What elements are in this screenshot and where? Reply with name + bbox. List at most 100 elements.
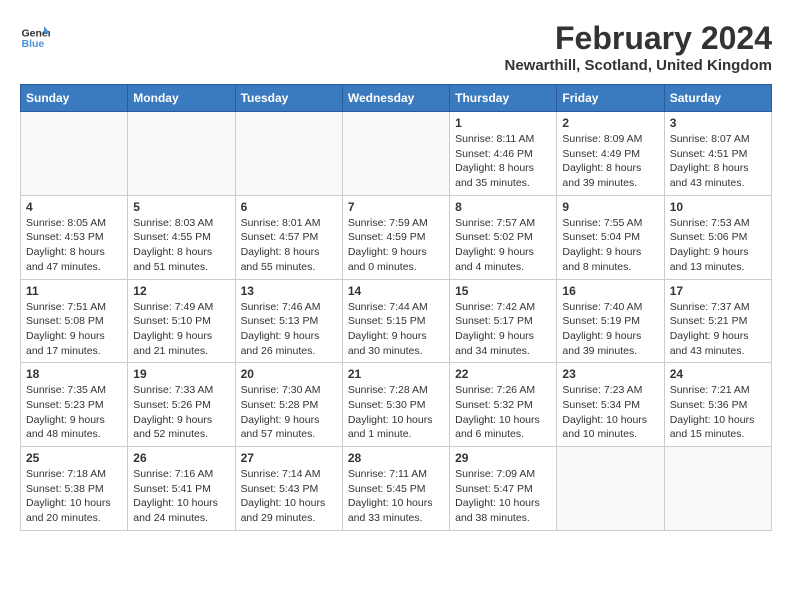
day-info: Sunrise: 7:11 AM Sunset: 5:45 PM Dayligh… — [348, 467, 444, 526]
day-number: 6 — [241, 200, 337, 214]
calendar-cell — [664, 447, 771, 531]
day-header-tuesday: Tuesday — [235, 85, 342, 112]
day-number: 7 — [348, 200, 444, 214]
day-header-monday: Monday — [128, 85, 235, 112]
calendar-cell: 1 Sunrise: 8:11 AM Sunset: 4:46 PM Daylig… — [450, 112, 557, 196]
calendar-cell — [235, 112, 342, 196]
day-info: Sunrise: 7:49 AM Sunset: 5:10 PM Dayligh… — [133, 300, 229, 359]
day-info: Sunrise: 8:05 AM Sunset: 4:53 PM Dayligh… — [26, 216, 122, 275]
day-number: 2 — [562, 116, 658, 130]
day-number: 16 — [562, 284, 658, 298]
day-info: Sunrise: 7:51 AM Sunset: 5:08 PM Dayligh… — [26, 300, 122, 359]
day-info: Sunrise: 8:09 AM Sunset: 4:49 PM Dayligh… — [562, 132, 658, 191]
day-number: 28 — [348, 451, 444, 465]
calendar-cell: 11 Sunrise: 7:51 AM Sunset: 5:08 PM Dayli… — [21, 279, 128, 363]
day-info: Sunrise: 7:16 AM Sunset: 5:41 PM Dayligh… — [133, 467, 229, 526]
day-number: 12 — [133, 284, 229, 298]
day-header-sunday: Sunday — [21, 85, 128, 112]
day-number: 29 — [455, 451, 551, 465]
day-header-thursday: Thursday — [450, 85, 557, 112]
calendar-cell — [21, 112, 128, 196]
day-number: 24 — [670, 367, 766, 381]
calendar-cell: 5 Sunrise: 8:03 AM Sunset: 4:55 PM Daylig… — [128, 195, 235, 279]
calendar-cell: 26 Sunrise: 7:16 AM Sunset: 5:41 PM Dayli… — [128, 447, 235, 531]
day-info: Sunrise: 7:59 AM Sunset: 4:59 PM Dayligh… — [348, 216, 444, 275]
calendar-cell: 16 Sunrise: 7:40 AM Sunset: 5:19 PM Dayli… — [557, 279, 664, 363]
calendar-cell: 3 Sunrise: 8:07 AM Sunset: 4:51 PM Daylig… — [664, 112, 771, 196]
day-number: 26 — [133, 451, 229, 465]
calendar-cell: 9Sunrise: 7:55 AM Sunset: 5:04 PM Daylig… — [557, 195, 664, 279]
calendar-cell — [128, 112, 235, 196]
day-info: Sunrise: 7:30 AM Sunset: 5:28 PM Dayligh… — [241, 383, 337, 442]
page-header: General Blue February 2024 Newarthill, S… — [20, 20, 772, 74]
title-block: February 2024 Newarthill, Scotland, Unit… — [504, 20, 772, 74]
day-info: Sunrise: 7:21 AM Sunset: 5:36 PM Dayligh… — [670, 383, 766, 442]
calendar-cell: 15 Sunrise: 7:42 AM Sunset: 5:17 PM Dayli… — [450, 279, 557, 363]
calendar-week-2: 4Sunrise: 8:05 AM Sunset: 4:53 PM Daylig… — [21, 195, 772, 279]
calendar-week-1: 1 Sunrise: 8:11 AM Sunset: 4:46 PM Daylig… — [21, 112, 772, 196]
location-subtitle: Newarthill, Scotland, United Kingdom — [504, 57, 772, 74]
calendar-cell: 2 Sunrise: 8:09 AM Sunset: 4:49 PM Daylig… — [557, 112, 664, 196]
day-number: 3 — [670, 116, 766, 130]
day-info: Sunrise: 8:07 AM Sunset: 4:51 PM Dayligh… — [670, 132, 766, 191]
day-number: 25 — [26, 451, 122, 465]
calendar-cell: 14Sunrise: 7:44 AM Sunset: 5:15 PM Dayli… — [342, 279, 449, 363]
calendar-week-5: 25 Sunrise: 7:18 AM Sunset: 5:38 PM Dayli… — [21, 447, 772, 531]
day-number: 27 — [241, 451, 337, 465]
calendar-cell: 7 Sunrise: 7:59 AM Sunset: 4:59 PM Daylig… — [342, 195, 449, 279]
day-info: Sunrise: 7:55 AM Sunset: 5:04 PM Dayligh… — [562, 216, 658, 275]
calendar-cell: 4Sunrise: 8:05 AM Sunset: 4:53 PM Daylig… — [21, 195, 128, 279]
day-info: Sunrise: 7:18 AM Sunset: 5:38 PM Dayligh… — [26, 467, 122, 526]
day-number: 5 — [133, 200, 229, 214]
calendar-cell: 27 Sunrise: 7:14 AM Sunset: 5:43 PM Dayli… — [235, 447, 342, 531]
day-header-wednesday: Wednesday — [342, 85, 449, 112]
day-info: Sunrise: 7:40 AM Sunset: 5:19 PM Dayligh… — [562, 300, 658, 359]
month-title: February 2024 — [504, 20, 772, 57]
day-info: Sunrise: 8:01 AM Sunset: 4:57 PM Dayligh… — [241, 216, 337, 275]
day-info: Sunrise: 7:57 AM Sunset: 5:02 PM Dayligh… — [455, 216, 551, 275]
day-info: Sunrise: 7:14 AM Sunset: 5:43 PM Dayligh… — [241, 467, 337, 526]
day-number: 21 — [348, 367, 444, 381]
day-info: Sunrise: 7:23 AM Sunset: 5:34 PM Dayligh… — [562, 383, 658, 442]
calendar-cell: 20 Sunrise: 7:30 AM Sunset: 5:28 PM Dayli… — [235, 363, 342, 447]
calendar-week-3: 11 Sunrise: 7:51 AM Sunset: 5:08 PM Dayli… — [21, 279, 772, 363]
day-info: Sunrise: 7:26 AM Sunset: 5:32 PM Dayligh… — [455, 383, 551, 442]
calendar-header-row: SundayMondayTuesdayWednesdayThursdayFrid… — [21, 85, 772, 112]
calendar-cell: 6 Sunrise: 8:01 AM Sunset: 4:57 PM Daylig… — [235, 195, 342, 279]
day-number: 19 — [133, 367, 229, 381]
calendar-cell: 8 Sunrise: 7:57 AM Sunset: 5:02 PM Daylig… — [450, 195, 557, 279]
day-number: 13 — [241, 284, 337, 298]
calendar-cell: 21 Sunrise: 7:28 AM Sunset: 5:30 PM Dayli… — [342, 363, 449, 447]
day-info: Sunrise: 7:53 AM Sunset: 5:06 PM Dayligh… — [670, 216, 766, 275]
day-number: 10 — [670, 200, 766, 214]
day-info: Sunrise: 7:37 AM Sunset: 5:21 PM Dayligh… — [670, 300, 766, 359]
day-number: 15 — [455, 284, 551, 298]
day-info: Sunrise: 7:28 AM Sunset: 5:30 PM Dayligh… — [348, 383, 444, 442]
day-info: Sunrise: 7:33 AM Sunset: 5:26 PM Dayligh… — [133, 383, 229, 442]
calendar-cell — [342, 112, 449, 196]
calendar-cell: 19 Sunrise: 7:33 AM Sunset: 5:26 PM Dayli… — [128, 363, 235, 447]
calendar-cell: 13 Sunrise: 7:46 AM Sunset: 5:13 PM Dayli… — [235, 279, 342, 363]
calendar-cell: 29 Sunrise: 7:09 AM Sunset: 5:47 PM Dayli… — [450, 447, 557, 531]
day-header-saturday: Saturday — [664, 85, 771, 112]
day-number: 11 — [26, 284, 122, 298]
day-info: Sunrise: 7:35 AM Sunset: 5:23 PM Dayligh… — [26, 383, 122, 442]
calendar-table: SundayMondayTuesdayWednesdayThursdayFrid… — [20, 84, 772, 531]
calendar-cell — [557, 447, 664, 531]
day-number: 1 — [455, 116, 551, 130]
day-number: 20 — [241, 367, 337, 381]
day-number: 8 — [455, 200, 551, 214]
calendar-cell: 10 Sunrise: 7:53 AM Sunset: 5:06 PM Dayli… — [664, 195, 771, 279]
day-info: Sunrise: 8:03 AM Sunset: 4:55 PM Dayligh… — [133, 216, 229, 275]
day-header-friday: Friday — [557, 85, 664, 112]
calendar-cell: 17Sunrise: 7:37 AM Sunset: 5:21 PM Dayli… — [664, 279, 771, 363]
logo-icon: General Blue — [20, 20, 50, 50]
day-info: Sunrise: 7:42 AM Sunset: 5:17 PM Dayligh… — [455, 300, 551, 359]
calendar-cell: 22Sunrise: 7:26 AM Sunset: 5:32 PM Dayli… — [450, 363, 557, 447]
day-number: 23 — [562, 367, 658, 381]
day-info: Sunrise: 8:11 AM Sunset: 4:46 PM Dayligh… — [455, 132, 551, 191]
day-info: Sunrise: 7:09 AM Sunset: 5:47 PM Dayligh… — [455, 467, 551, 526]
day-info: Sunrise: 7:46 AM Sunset: 5:13 PM Dayligh… — [241, 300, 337, 359]
calendar-cell: 25 Sunrise: 7:18 AM Sunset: 5:38 PM Dayli… — [21, 447, 128, 531]
day-number: 18 — [26, 367, 122, 381]
